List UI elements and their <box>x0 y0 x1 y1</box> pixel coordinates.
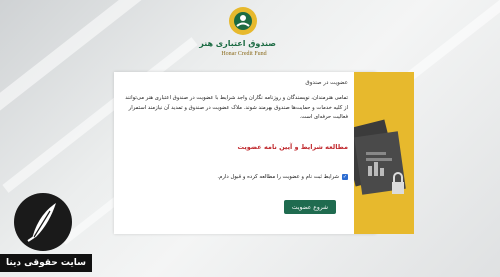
watermark-circle <box>14 193 72 251</box>
quill-pen-icon <box>27 203 56 242</box>
logo-title: صندوق اعتباری هنر <box>199 39 276 48</box>
documents-illustration-icon <box>354 119 406 195</box>
logo-subtitle: Honar Credit Fund <box>221 51 267 57</box>
start-membership-button[interactable]: شروع عضویت <box>284 200 336 214</box>
membership-description: تمامی هنرمندان، نویسندگان و روزنامه نگار… <box>125 95 348 120</box>
agree-row[interactable]: ✓ شرایط ثبت نام و عضویت را مطالعه کرده و… <box>122 173 348 180</box>
decorative-side-panel <box>354 72 414 234</box>
membership-content: عضویت در صندوق تمامی هنرمندان، نویسندگان… <box>122 76 348 180</box>
watermark-text: سایت حقوقی دینا <box>0 254 92 272</box>
rules-link[interactable]: مطالعه شرایط و آیین نامه عضویت <box>122 143 348 151</box>
agree-label: شرایط ثبت نام و عضویت را مطالعه کرده و ق… <box>217 173 339 180</box>
agree-checkbox[interactable]: ✓ <box>342 173 348 180</box>
site-logo[interactable]: صندوق اعتباری هنر Honar Credit Fund <box>199 6 276 68</box>
fund-emblem-icon <box>229 7 257 35</box>
watermark-badge: سایت حقوقی دینا <box>0 193 92 277</box>
membership-heading: عضویت در صندوق <box>305 80 348 86</box>
header: صندوق اعتباری هنر Honar Credit Fund <box>0 0 500 72</box>
